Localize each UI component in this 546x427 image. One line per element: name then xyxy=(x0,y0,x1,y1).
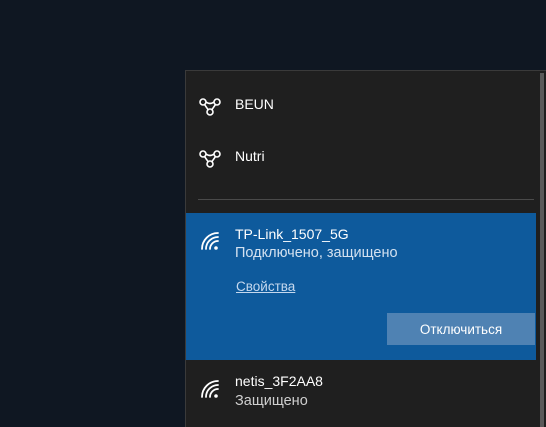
network-name: TP-Link_1507_5G xyxy=(235,226,349,242)
network-name: BEUN xyxy=(235,96,274,112)
properties-link[interactable]: Свойства xyxy=(236,279,295,294)
wifi-icon xyxy=(198,377,224,399)
desktop-background: BEUN Nutri TP-Link_1507_5G Подключено, з… xyxy=(0,0,546,427)
scrollbar[interactable] xyxy=(535,71,546,427)
divider xyxy=(198,199,534,200)
mobile-hotspot-icon xyxy=(198,147,224,169)
network-name: Nutri xyxy=(235,148,265,164)
mobile-hotspot-icon xyxy=(198,95,224,117)
network-item-connected[interactable]: TP-Link_1507_5G Подключено, защищено Сво… xyxy=(186,213,536,360)
security-status: Защищено xyxy=(235,393,308,409)
network-item-beun[interactable]: BEUN xyxy=(186,89,536,123)
network-item-nutri[interactable]: Nutri xyxy=(186,141,536,175)
network-flyout: BEUN Nutri TP-Link_1507_5G Подключено, з… xyxy=(185,70,546,427)
wifi-icon xyxy=(198,229,224,251)
network-item-netis[interactable]: netis_3F2AA8 Защищено xyxy=(186,363,536,413)
network-name: netis_3F2AA8 xyxy=(235,373,323,389)
connection-status: Подключено, защищено xyxy=(235,245,398,261)
disconnect-button[interactable]: Отключиться xyxy=(387,313,535,345)
scrollbar-thumb[interactable] xyxy=(540,73,544,427)
